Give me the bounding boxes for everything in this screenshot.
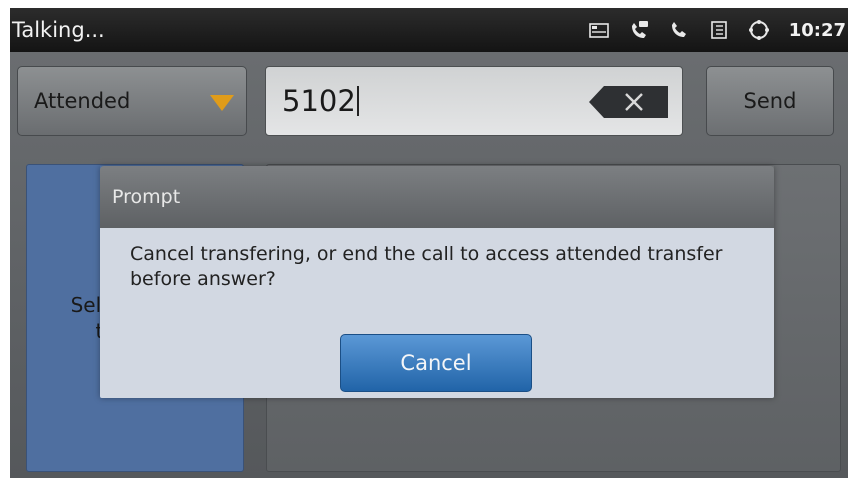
phone-icon bbox=[669, 20, 689, 40]
backspace-icon[interactable] bbox=[588, 85, 670, 119]
call-status: Talking... bbox=[12, 18, 105, 42]
transfer-mode-dropdown[interactable]: Attended bbox=[17, 66, 247, 136]
contacts-icon bbox=[709, 20, 729, 40]
dialog-message: Cancel transfering, or end the call to a… bbox=[130, 243, 723, 290]
status-time: 10:27 bbox=[788, 19, 846, 41]
dialog-title: Prompt bbox=[100, 166, 774, 228]
dialog-body: Cancel transfering, or end the call to a… bbox=[100, 228, 774, 398]
number-input[interactable]: 5102 bbox=[265, 66, 683, 136]
sync-icon bbox=[748, 20, 769, 40]
message-phone-icon bbox=[629, 20, 649, 40]
status-bar: Talking... 10:27 bbox=[10, 8, 848, 52]
voicemail-icon bbox=[588, 20, 609, 40]
prompt-dialog: Prompt Cancel transfering, or end the ca… bbox=[100, 166, 774, 398]
chevron-down-icon bbox=[210, 95, 234, 111]
number-value: 5102 bbox=[282, 84, 356, 118]
cancel-button[interactable]: Cancel bbox=[340, 334, 532, 392]
status-icons: 10:27 bbox=[588, 19, 848, 41]
phone-screen: Talking... 10:27 Attended 5102 Send Prom… bbox=[10, 8, 848, 478]
text-cursor bbox=[356, 86, 359, 116]
send-button[interactable]: Send bbox=[706, 66, 834, 136]
transfer-mode-label: Attended bbox=[34, 89, 131, 113]
